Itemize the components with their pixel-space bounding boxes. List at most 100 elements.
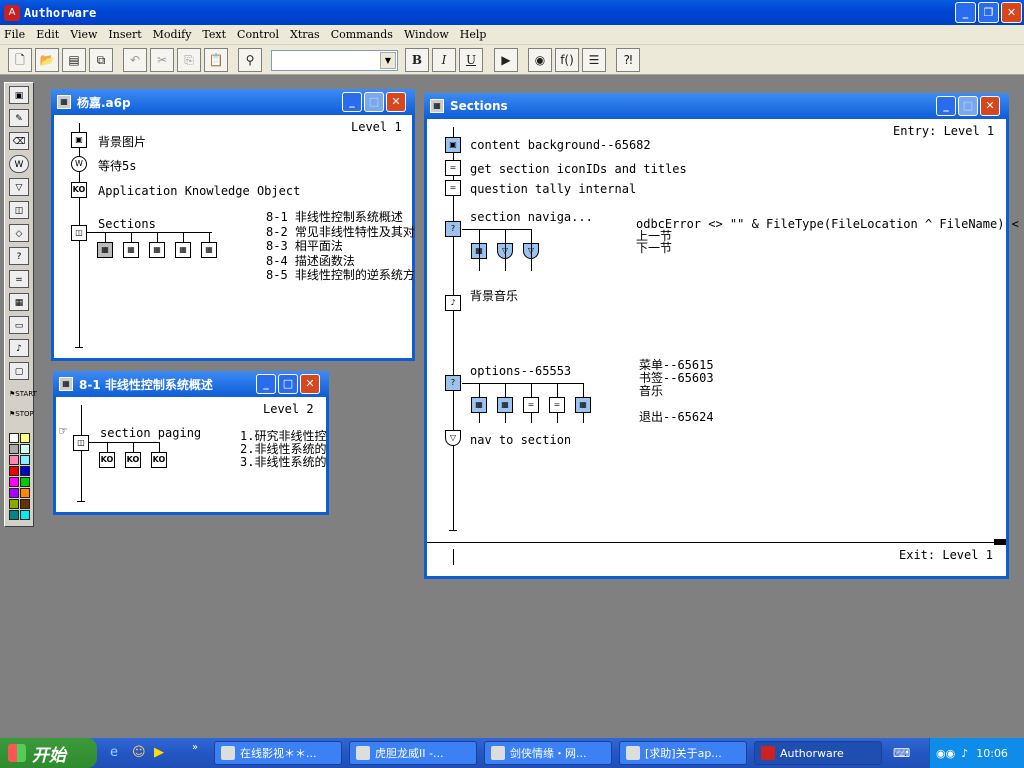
map-icon[interactable]: ▦ xyxy=(201,242,217,258)
ko-icon[interactable]: KO xyxy=(71,182,87,198)
minimize-button[interactable]: _ xyxy=(955,2,976,23)
media-player-icon[interactable]: ▶ xyxy=(154,745,164,760)
paste-icon[interactable]: 📋 xyxy=(204,48,228,72)
tray-eyes-icon[interactable]: ◉◉ xyxy=(936,747,955,760)
section-item[interactable]: 8-4 描述函数法 xyxy=(266,254,416,269)
copy-icon[interactable]: ⎘ xyxy=(177,48,201,72)
underline-button[interactable]: U xyxy=(459,48,483,72)
digital-movie-icon[interactable]: ▭ xyxy=(9,316,29,334)
color-swatch[interactable] xyxy=(20,466,30,476)
open-folder-icon[interactable]: 📂 xyxy=(35,48,59,72)
maximize-button[interactable]: □ xyxy=(364,92,384,112)
menu-modify[interactable]: Modify xyxy=(153,28,192,41)
ie-icon[interactable]: e xyxy=(110,745,118,760)
color-swatch[interactable] xyxy=(9,433,19,443)
color-swatch[interactable] xyxy=(20,433,30,443)
color-swatch[interactable] xyxy=(9,455,19,465)
display-icon[interactable]: ▣ xyxy=(445,137,461,153)
map-icon[interactable]: ▦ xyxy=(97,242,113,258)
wait-icon[interactable]: W xyxy=(9,155,29,173)
color-swatch[interactable] xyxy=(20,499,30,509)
framework-icon[interactable]: ◫ xyxy=(71,225,87,241)
menu-control[interactable]: Control xyxy=(237,28,279,41)
start-button[interactable]: 开始 xyxy=(0,738,97,768)
menu-view[interactable]: View xyxy=(70,28,97,41)
framework-icon[interactable]: ◫ xyxy=(73,435,89,451)
map-icon[interactable]: ▦ xyxy=(497,397,513,413)
calculation-icon[interactable]: = xyxy=(9,270,29,288)
calculation-icon[interactable]: = xyxy=(445,180,461,196)
functions-icon[interactable]: f() xyxy=(555,48,579,72)
text-style-combo[interactable]: ▼ xyxy=(271,50,398,71)
close-button[interactable]: ✕ xyxy=(980,96,1000,116)
color-swatch[interactable] xyxy=(20,477,30,487)
framework-icon[interactable]: ◫ xyxy=(9,201,29,219)
help-pointer-icon[interactable]: ⁈ xyxy=(616,48,640,72)
map-icon[interactable]: ▦ xyxy=(149,242,165,258)
separator-handle[interactable] xyxy=(994,539,1006,545)
cut-icon[interactable]: ✂ xyxy=(150,48,174,72)
minimize-button[interactable]: _ xyxy=(936,96,956,116)
calculation-icon[interactable]: = xyxy=(523,397,539,413)
restart-icon[interactable]: ▶ xyxy=(494,48,518,72)
section-item[interactable]: 8-1 非线性控制系统概述 xyxy=(266,210,416,225)
italic-button[interactable]: I xyxy=(432,48,456,72)
erase-icon[interactable]: ⌫ xyxy=(9,132,29,150)
ko-icon[interactable]: KO xyxy=(125,452,141,468)
undo-icon[interactable]: ↶ xyxy=(123,48,147,72)
color-swatch[interactable] xyxy=(9,444,19,454)
navigate-icon[interactable]: ▽ xyxy=(9,178,29,196)
branch-label[interactable]: 下一节 xyxy=(636,242,672,254)
color-swatch[interactable] xyxy=(9,499,19,509)
color-swatch[interactable] xyxy=(20,455,30,465)
menu-file[interactable]: File xyxy=(4,28,25,41)
section-item[interactable]: 8-5 非线性控制的逆系统方 xyxy=(266,268,416,283)
close-button[interactable]: ✕ xyxy=(386,92,406,112)
taskbar-item-active[interactable]: Authorware xyxy=(754,741,882,765)
bold-button[interactable]: B xyxy=(405,48,429,72)
close-button[interactable]: ✕ xyxy=(1001,2,1022,23)
menu-text[interactable]: Text xyxy=(202,28,226,41)
taskbar-item[interactable]: 虎胆龙威II -... xyxy=(349,741,477,765)
display-icon[interactable]: ▣ xyxy=(71,132,87,148)
map-icon[interactable]: ▦ xyxy=(471,397,487,413)
save-all-icon[interactable]: ▤ xyxy=(62,48,86,72)
interaction-icon[interactable]: ? xyxy=(445,375,461,391)
map-icon[interactable]: ▦ xyxy=(175,242,191,258)
interaction-icon[interactable]: ? xyxy=(445,221,461,237)
map-icon[interactable]: ▦ xyxy=(123,242,139,258)
branch-label[interactable]: 音乐 xyxy=(639,385,714,398)
page-item[interactable]: 3.非线性系统的 xyxy=(240,456,328,469)
new-file-icon[interactable]: 🗋 xyxy=(8,48,32,72)
calculation-icon[interactable]: = xyxy=(445,160,461,176)
navigate-icon[interactable]: ▽ xyxy=(445,430,461,446)
minimize-button[interactable]: _ xyxy=(256,374,276,394)
color-swatch[interactable] xyxy=(20,444,30,454)
menu-help[interactable]: Help xyxy=(460,28,487,41)
display-icon[interactable]: ▣ xyxy=(9,86,29,104)
menu-window[interactable]: Window xyxy=(404,28,449,41)
taskbar-item[interactable]: 在线影视＊＊... xyxy=(214,741,342,765)
color-swatch[interactable] xyxy=(9,477,19,487)
messenger-icon[interactable]: ☺ xyxy=(132,745,146,760)
decision-icon[interactable]: ◇ xyxy=(9,224,29,242)
color-swatch[interactable] xyxy=(9,466,19,476)
map-icon[interactable]: ▦ xyxy=(575,397,591,413)
minimize-button[interactable]: _ xyxy=(342,92,362,112)
ko-icon[interactable]: KO xyxy=(99,452,115,468)
start-flag-icon[interactable]: ⚑START xyxy=(9,385,37,403)
menu-edit[interactable]: Edit xyxy=(36,28,59,41)
menu-insert[interactable]: Insert xyxy=(108,28,141,41)
maximize-button[interactable]: □ xyxy=(958,96,978,116)
chevron-down-icon[interactable]: ▼ xyxy=(380,52,396,69)
taskbar-item[interactable]: [求助]关于ap... xyxy=(619,741,747,765)
sound-icon[interactable]: ♪ xyxy=(9,339,29,357)
animation-icon[interactable]: ✎ xyxy=(9,109,29,127)
restore-button[interactable]: ❐ xyxy=(978,2,999,23)
maximize-button[interactable]: □ xyxy=(278,374,298,394)
variables-icon[interactable]: ☰ xyxy=(582,48,606,72)
calculation-icon[interactable]: = xyxy=(549,397,565,413)
find-icon[interactable]: ⚲ xyxy=(238,48,262,72)
section-item[interactable]: 8-3 相平面法 xyxy=(266,239,416,254)
menu-xtras[interactable]: Xtras xyxy=(290,28,320,41)
